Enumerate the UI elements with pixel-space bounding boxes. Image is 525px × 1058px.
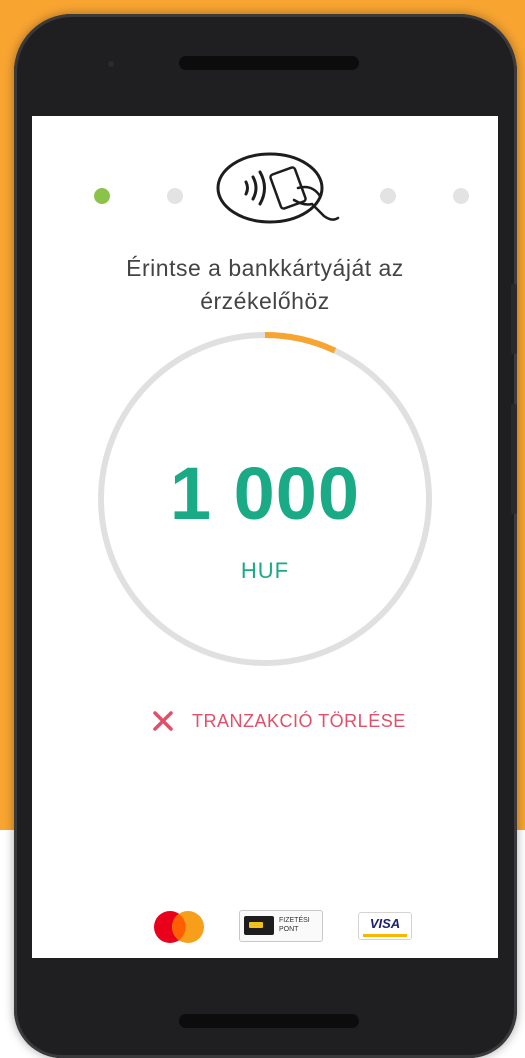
payment-screen: Érintse a bankkártyáját az érzékelőhöz 1… xyxy=(32,116,498,958)
volume-button xyxy=(511,284,517,354)
instruction-text: Érintse a bankkártyáját az érzékelőhöz xyxy=(32,252,498,318)
visa-logo: VISA xyxy=(358,912,412,940)
payment-currency: HUF xyxy=(240,558,290,583)
fizetesi-pont-line-2: PONT xyxy=(279,926,299,933)
cancel-transaction-button[interactable]: TRANZAKCIÓ TÖRLÉSE xyxy=(152,706,406,736)
mastercard-logo xyxy=(154,911,204,943)
instruction-line-1: Érintse a bankkártyáját az xyxy=(126,255,404,281)
instruction-line-2: érzékelőhöz xyxy=(200,288,330,314)
contactless-card-icon xyxy=(216,152,340,224)
step-dot-1 xyxy=(94,188,110,204)
step-dot-5 xyxy=(453,188,469,204)
payment-logos: FIZETÉSI PONT VISA xyxy=(32,906,498,946)
step-dot-4 xyxy=(380,188,396,204)
camera-icon xyxy=(108,61,114,67)
power-button xyxy=(511,404,517,514)
payment-amount: 1 000 xyxy=(169,452,361,535)
visa-logo-text: VISA xyxy=(369,916,401,931)
step-dot-2 xyxy=(167,188,183,204)
fizetesi-pont-logo: FIZETÉSI PONT xyxy=(239,910,323,942)
fizetesi-pont-line-1: FIZETÉSI xyxy=(279,917,310,924)
phone-frame: Érintse a bankkártyáját az érzékelőhöz 1… xyxy=(14,14,517,1058)
top-speaker xyxy=(179,56,359,70)
bottom-speaker xyxy=(179,1014,359,1028)
close-icon xyxy=(153,711,173,731)
cancel-transaction-label: TRANZAKCIÓ TÖRLÉSE xyxy=(192,710,406,731)
